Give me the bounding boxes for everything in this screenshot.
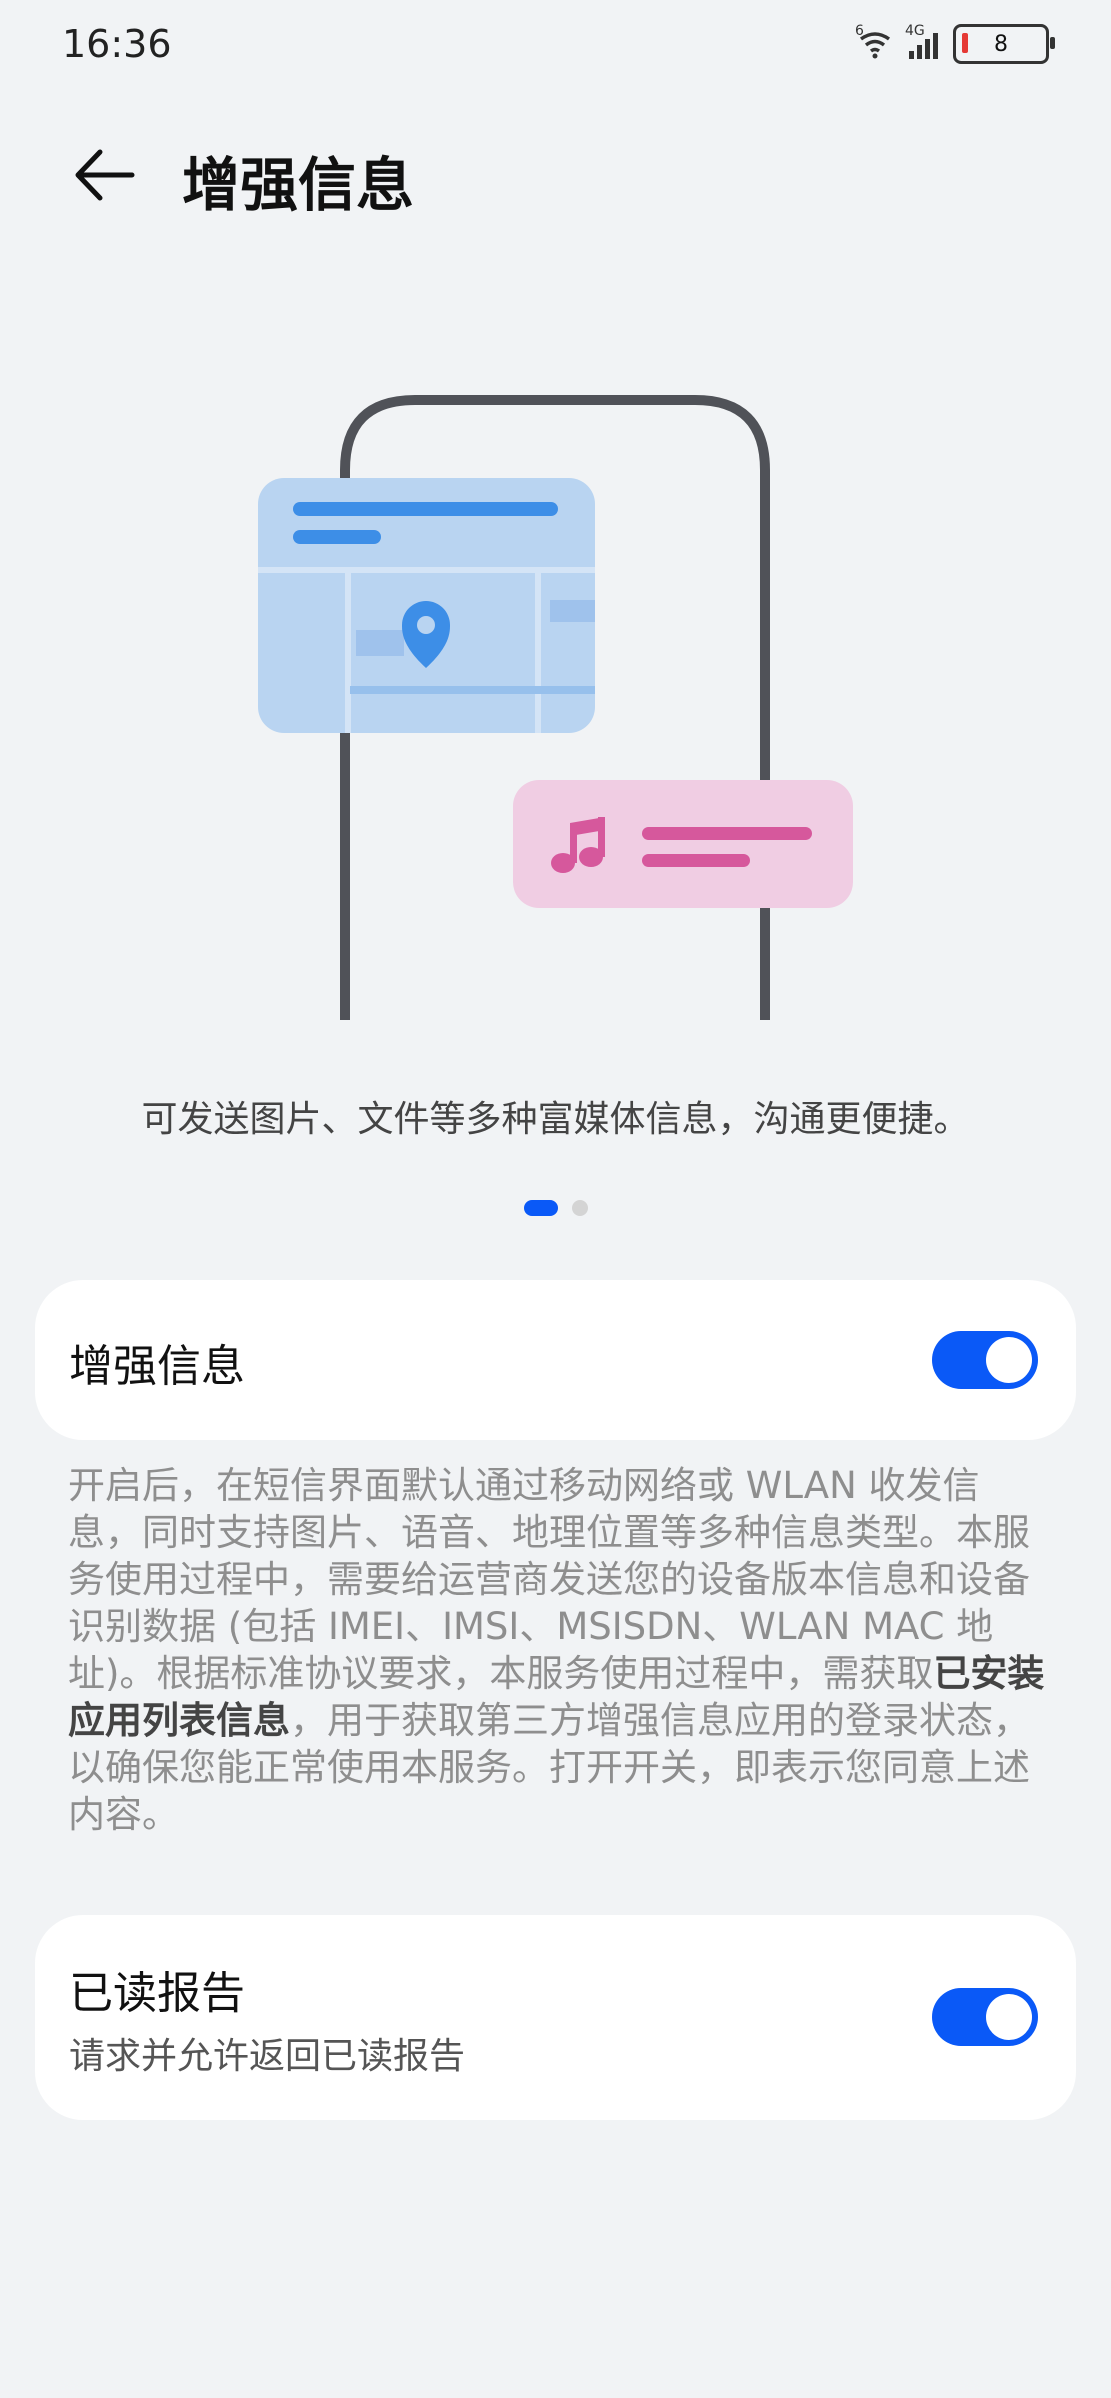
status-bar: 16:36 6 4G 8 <box>0 0 1111 90</box>
enhanced-messaging-toggle[interactable] <box>932 1331 1038 1389</box>
feature-illustration <box>0 380 1111 1020</box>
feature-caption: 可发送图片、文件等多种富媒体信息，沟通更便捷。 <box>141 1099 970 1140</box>
toggle-knob <box>986 1337 1032 1383</box>
status-time: 16:36 <box>62 22 172 66</box>
battery-level: 8 <box>994 31 1008 57</box>
wifi-badge: 6 <box>855 23 864 39</box>
header: 增强信息 <box>0 120 1111 220</box>
enhanced-messaging-card: 增强信息 <box>35 1280 1076 1440</box>
battery-icon: 8 <box>953 24 1055 64</box>
enhanced-messaging-description: 开启后，在短信界面默认通过移动网络或 WLAN 收发信息，同时支持图片、语音、地… <box>68 1462 1048 1838</box>
toggle-knob <box>986 1994 1032 2040</box>
map-card-icon <box>258 478 595 733</box>
music-card-icon <box>513 780 853 908</box>
status-icons: 6 4G 8 <box>855 23 1055 64</box>
read-report-toggle[interactable] <box>932 1988 1038 2046</box>
pager-dot-active[interactable] <box>523 1200 558 1216</box>
battery-low-indicator <box>962 33 968 53</box>
page-title: 增强信息 <box>182 151 415 219</box>
wifi-icon: 6 <box>855 23 895 61</box>
read-report-card: 已读报告 请求并允许返回已读报告 <box>35 1915 1076 2120</box>
cellular-signal-icon: 4G <box>905 23 943 61</box>
read-report-subtitle: 请求并允许返回已读报告 <box>69 2036 466 2077</box>
pager-dot[interactable] <box>571 1200 588 1216</box>
read-report-label: 已读报告 <box>69 1968 245 2019</box>
back-button[interactable] <box>70 140 140 210</box>
back-arrow-icon <box>75 149 135 201</box>
description-text-1: 开启后，在短信界面默认通过移动网络或 WLAN 收发信息，同时支持图片、语音、地… <box>68 1464 1030 1695</box>
network-type: 4G <box>905 23 925 39</box>
pager-indicator <box>0 1200 1111 1216</box>
enhanced-messaging-label: 增强信息 <box>69 1341 245 1392</box>
